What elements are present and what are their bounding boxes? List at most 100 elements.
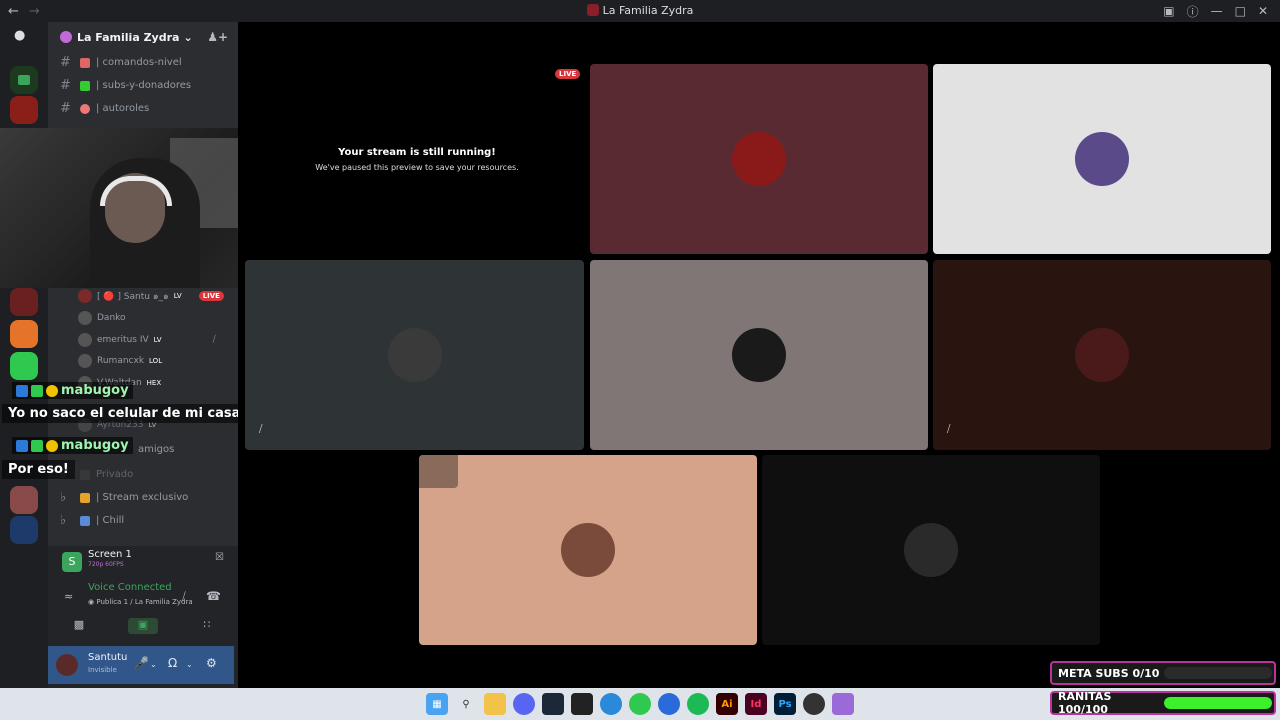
app-blue-icon[interactable] bbox=[658, 693, 680, 715]
avatar[interactable] bbox=[56, 654, 78, 676]
discord-home-icon[interactable]: ● bbox=[14, 28, 34, 44]
voice-status[interactable]: Voice Connected bbox=[88, 582, 172, 593]
minimize-icon[interactable]: — bbox=[1211, 4, 1223, 18]
epic-games-icon[interactable] bbox=[571, 693, 593, 715]
hash-icon: # bbox=[60, 78, 71, 93]
voice-location[interactable]: ◉ Publica 1 / La Familia Zydra bbox=[88, 598, 193, 606]
chat-user-name: mabugoy bbox=[61, 383, 129, 398]
meta-subs-track bbox=[1164, 667, 1272, 679]
user-panel: Santutu Invisible 🎤 ⌄ Ω ⌄ ⚙ bbox=[48, 646, 234, 684]
participant-tile[interactable] bbox=[590, 64, 928, 254]
channel-emoji-icon bbox=[80, 492, 90, 503]
channel-subs-y-donadores[interactable]: # | subs-y-donadores bbox=[60, 78, 191, 93]
participant-tile[interactable] bbox=[762, 455, 1100, 645]
steam-icon[interactable] bbox=[542, 693, 564, 715]
add-member-icon[interactable]: ♟+ bbox=[207, 30, 228, 44]
gear-icon[interactable]: ⚙ bbox=[206, 656, 217, 670]
ranitas-fill bbox=[1164, 697, 1272, 709]
activities-icon[interactable]: ∷ bbox=[192, 618, 222, 634]
avatar bbox=[78, 333, 92, 347]
chevron-down-icon[interactable]: ⌄ bbox=[186, 660, 193, 669]
app-purple-icon[interactable] bbox=[832, 693, 854, 715]
noise-suppression-icon[interactable]: ⧸ bbox=[182, 590, 186, 604]
channel-label: | subs-y-donadores bbox=[96, 80, 192, 91]
camera-off-icon[interactable]: ▩ bbox=[64, 618, 94, 634]
voice-channel-chill[interactable]: ♭ | Chill bbox=[60, 513, 124, 528]
server-icon-6[interactable] bbox=[10, 486, 38, 514]
help-icon[interactable]: ⓘ bbox=[1187, 3, 1199, 20]
server-icon-1[interactable] bbox=[10, 66, 38, 94]
signal-icon: ≈ bbox=[64, 590, 74, 603]
voice-user-name: emeritus IV bbox=[97, 335, 149, 345]
badge-icon bbox=[46, 384, 58, 397]
microphone-icon[interactable]: 🎤 bbox=[134, 656, 149, 670]
guild-header[interactable]: La Familia Zydra ⌄ ♟+ bbox=[48, 22, 238, 52]
server-icon-3[interactable] bbox=[10, 288, 38, 316]
voice-user[interactable]: Rumancxk LOL bbox=[78, 354, 162, 368]
channel-emoji-icon bbox=[80, 469, 90, 480]
paused-title: Your stream is still running! bbox=[338, 147, 496, 158]
stream-tile-paused[interactable]: Your stream is still running! We've paus… bbox=[245, 64, 589, 254]
voice-user[interactable]: emeritus IV LV ⧸ bbox=[78, 333, 216, 347]
indesign-icon[interactable]: Id bbox=[745, 693, 767, 715]
window-controls: ▣ ⓘ — □ ✕ bbox=[1163, 0, 1280, 22]
inbox-icon[interactable]: ▣ bbox=[1163, 4, 1174, 18]
server-icon-4[interactable] bbox=[10, 320, 38, 348]
live-badge: LIVE bbox=[198, 291, 224, 301]
speaker-icon: ♭ bbox=[60, 490, 67, 505]
user-badge: HEX bbox=[146, 379, 162, 387]
guild-name: La Familia Zydra bbox=[77, 30, 180, 44]
channel-autoroles[interactable]: # | autoroles bbox=[60, 101, 149, 116]
spotify-icon[interactable] bbox=[687, 693, 709, 715]
participant-tile[interactable]: ⧸ bbox=[933, 260, 1271, 450]
start-icon[interactable]: ▦ bbox=[426, 693, 448, 715]
server-icon-2[interactable] bbox=[10, 96, 38, 124]
badge-icon bbox=[46, 439, 58, 452]
user-badge: LOL bbox=[149, 357, 163, 365]
screenshare-quality: 720p 60FPS bbox=[88, 561, 124, 568]
participant-tile[interactable] bbox=[419, 455, 757, 645]
avatar bbox=[387, 328, 442, 382]
photoshop-icon[interactable]: Ps bbox=[774, 693, 796, 715]
avatar bbox=[78, 311, 92, 325]
user-badge: LV bbox=[153, 336, 162, 344]
hash-icon: # bbox=[60, 55, 71, 70]
badge-icon bbox=[31, 384, 43, 397]
screen-share-icon[interactable]: ▣ bbox=[128, 618, 158, 634]
voice-channel-amigos[interactable]: amigos bbox=[138, 444, 174, 455]
voice-channel-stream-exclusivo[interactable]: ♭ | Stream exclusivo bbox=[60, 490, 188, 505]
disconnect-icon[interactable]: ☎ bbox=[206, 589, 221, 603]
channel-label: | comandos-nivel bbox=[96, 57, 182, 68]
obs-icon[interactable] bbox=[803, 693, 825, 715]
avatar bbox=[561, 523, 615, 577]
chevron-down-icon[interactable]: ⌄ bbox=[150, 660, 157, 669]
headphones-icon[interactable]: Ω bbox=[168, 656, 177, 670]
channel-comandos-nivel[interactable]: # | comandos-nivel bbox=[60, 55, 182, 70]
avatar bbox=[732, 328, 786, 382]
participant-tile[interactable] bbox=[590, 260, 928, 450]
voice-user[interactable]: Danko bbox=[78, 311, 126, 325]
server-icon-7[interactable] bbox=[10, 516, 38, 544]
voice-controls: ▩ ▣ ∷ bbox=[54, 616, 232, 636]
avatar bbox=[904, 523, 958, 577]
voice-user[interactable]: [ 🔴 ] Santu ๑_๑ LV LIVE bbox=[78, 289, 224, 303]
voice-channel-label: Privado bbox=[96, 469, 134, 480]
participant-tile[interactable]: ⧸ bbox=[245, 260, 584, 450]
maximize-icon[interactable]: □ bbox=[1235, 4, 1246, 18]
stop-share-icon[interactable]: ☒ bbox=[215, 552, 224, 563]
discord-icon[interactable] bbox=[513, 693, 535, 715]
title-bar: ← → La Familia Zydra ▣ ⓘ — □ ✕ bbox=[0, 0, 1280, 22]
search-icon[interactable]: ⚲ bbox=[455, 693, 477, 715]
guild-icon bbox=[586, 4, 599, 16]
badge-icon bbox=[16, 384, 28, 397]
screenshare-card[interactable]: S Screen 1 720p 60FPS ☒ bbox=[54, 546, 232, 576]
close-icon[interactable]: ✕ bbox=[1258, 4, 1268, 18]
channel-emoji-icon bbox=[80, 80, 90, 91]
illustrator-icon[interactable]: Ai bbox=[716, 693, 738, 715]
app-green-icon[interactable] bbox=[629, 693, 651, 715]
file-explorer-icon[interactable] bbox=[484, 693, 506, 715]
channel-emoji-icon bbox=[80, 103, 90, 114]
edge-icon[interactable] bbox=[600, 693, 622, 715]
participant-tile[interactable] bbox=[933, 64, 1271, 254]
server-icon-5[interactable] bbox=[10, 352, 38, 380]
